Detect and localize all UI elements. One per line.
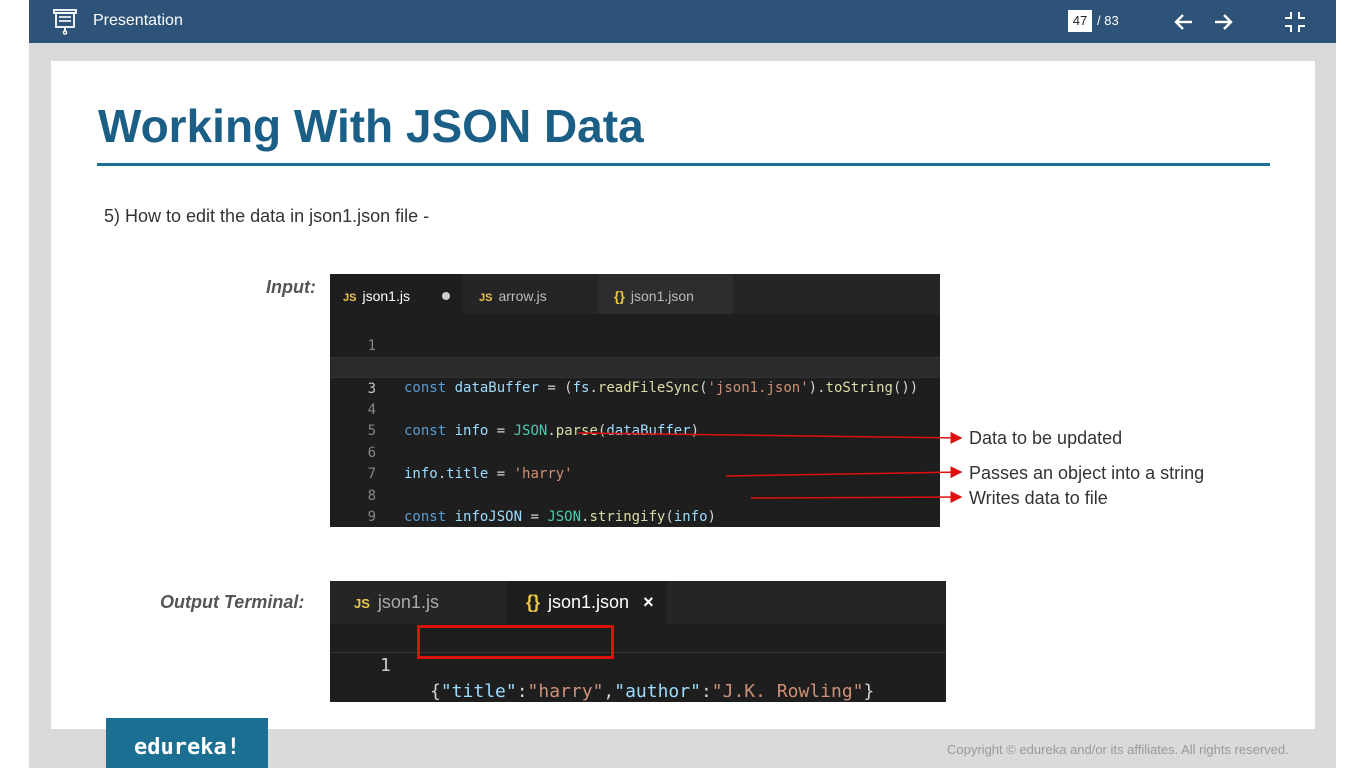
presentation-icon [53, 9, 77, 35]
code-line: 1 const fs = require('fs') [330, 315, 940, 375]
code-line: 4 const info = JSON.parse(dataBuffer) [330, 379, 940, 439]
json-output-text: {"title":"harry","author":"J.K. Rowling"… [430, 681, 875, 702]
code-editor-screenshot: JS json1.js JS arrow.js {} json1.json 1 con… [330, 274, 940, 527]
code-line: 10 [330, 508, 940, 527]
presentation-viewer: Presentation 47 / 83 Working With JSON D… [29, 0, 1336, 768]
current-page-input[interactable]: 47 [1068, 10, 1092, 32]
edureka-logo: edureka! [106, 718, 268, 768]
code-line: 5 [330, 400, 940, 439]
tab-label: json1.json [630, 288, 694, 304]
tab-label: json1.js [377, 592, 439, 612]
tab-label: json1.json [548, 592, 630, 612]
code-line: 6 info.title = 'harry' [330, 422, 940, 482]
unsaved-dot-icon [442, 292, 450, 300]
annotation-data-update: Data to be updated [969, 428, 1123, 448]
title-underline [97, 163, 1270, 166]
slide-title: Working With JSON Data [98, 100, 644, 152]
copyright-text: Copyright © edureka and/or its affiliate… [947, 742, 1289, 757]
json-file-icon: {} [614, 288, 625, 304]
tab-arrow-js: JS arrow.js [463, 274, 598, 314]
editor-tabs: JS json1.js JS arrow.js {} json1.json [330, 274, 940, 314]
top-toolbar: Presentation 47 / 83 [29, 0, 1336, 43]
arrow-left-icon[interactable] [1172, 10, 1196, 34]
annotation-write: Writes data to file [969, 488, 1108, 508]
line-number: 1 [380, 655, 391, 676]
tab-label: json1.js [362, 288, 410, 304]
tab-json1-js: JS json1.js [330, 581, 506, 624]
output-terminal-screenshot: JS json1.js {} json1.json × 1 {"title":"har… [330, 581, 946, 702]
annotation-stringify: Passes an object into a string [969, 463, 1205, 483]
exit-fullscreen-icon[interactable] [1283, 10, 1307, 34]
json-file-icon: {} [526, 592, 541, 612]
code-line: 7 [330, 443, 940, 482]
code-line: 9 fs.writeFileSync('json1.json', infoJSO… [330, 486, 940, 525]
js-file-icon: JS [354, 596, 370, 611]
tab-json1-json: {} json1.json × [506, 581, 666, 624]
page-total: / 83 [1097, 13, 1119, 28]
arrow-right-icon[interactable] [1211, 10, 1235, 34]
app-title: Presentation [93, 12, 183, 29]
code-line: 2 const dataBuffer = (fs.readFileSync('j… [330, 336, 940, 396]
tab-json1-json: {} json1.json [598, 274, 733, 314]
code-line-current: 3 [330, 357, 940, 397]
js-file-icon: JS [479, 292, 493, 304]
close-icon: × [643, 592, 654, 612]
terminal-tabs: JS json1.js {} json1.json × [330, 581, 946, 624]
code-line: 8 const infoJSON = JSON.stringify(info) [330, 465, 940, 525]
slide: Working With JSON Data 5) How to edit th… [51, 61, 1315, 729]
highlight-box [417, 625, 614, 659]
tab-label: arrow.js [498, 288, 547, 304]
js-file-icon: JS [343, 292, 357, 304]
input-label: Input: [266, 277, 316, 297]
output-label: Output Terminal: [160, 592, 305, 612]
slide-subtitle: 5) How to edit the data in json1.json fi… [104, 206, 430, 226]
